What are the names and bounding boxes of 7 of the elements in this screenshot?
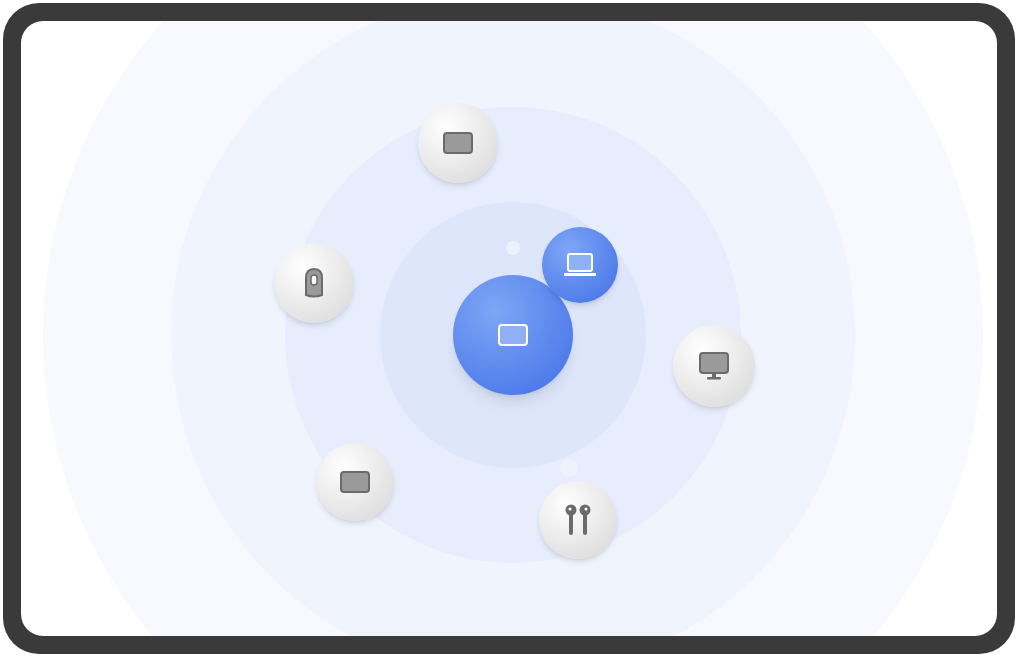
- earbuds-icon: [564, 504, 592, 536]
- tablet-icon: [443, 132, 473, 154]
- laptop-icon: [564, 253, 596, 277]
- monitor-icon: [699, 352, 729, 380]
- tablet-icon: [340, 471, 370, 493]
- speaker-icon: [303, 268, 325, 298]
- tablet-icon: [498, 324, 528, 346]
